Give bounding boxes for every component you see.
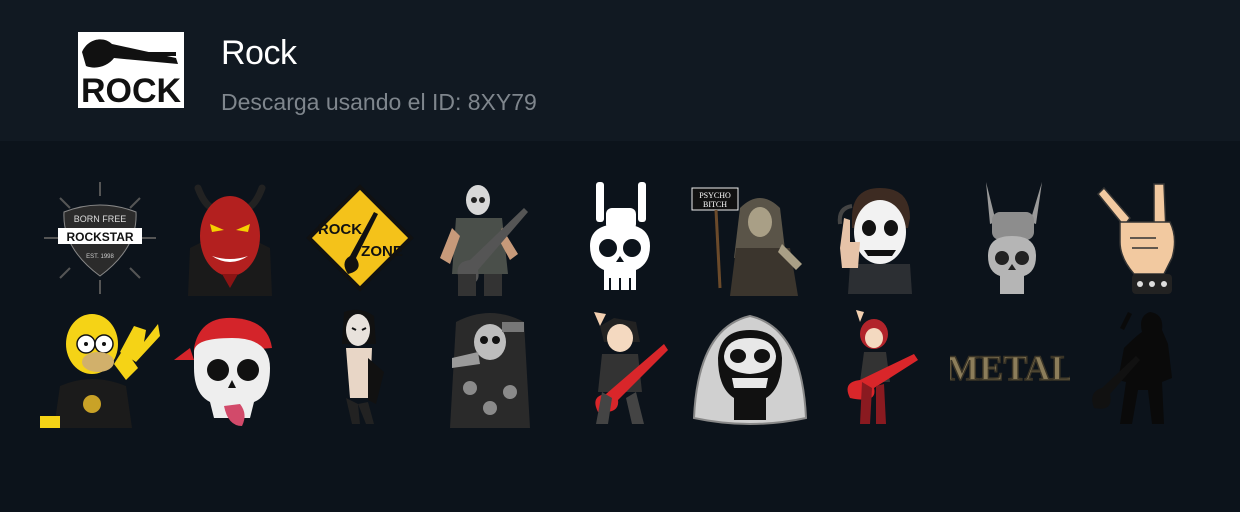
sticker-skull-horns-hand[interactable] bbox=[950, 178, 1070, 298]
sticker-goth-singer[interactable] bbox=[300, 308, 420, 428]
svg-text:ROCKSTAR: ROCKSTAR bbox=[66, 230, 133, 244]
svg-text:PSYCHO: PSYCHO bbox=[699, 191, 731, 200]
sticker-rockstar-pick[interactable]: BORN FREE ROCKSTAR EST. 1998 bbox=[40, 178, 160, 298]
svg-text:ZONE: ZONE bbox=[361, 243, 403, 260]
sticker-guitarist-silhouette[interactable] bbox=[1080, 308, 1200, 428]
sticker-rock-hand[interactable] bbox=[1080, 178, 1200, 298]
sticker-skull-red-bandana[interactable] bbox=[170, 308, 290, 428]
sticker-skeleton-horns-skull[interactable] bbox=[560, 178, 680, 298]
sticker-psycho-bitch-zombie[interactable]: PSYCHO BITCH bbox=[690, 178, 810, 298]
pack-logo: ROCK bbox=[78, 32, 184, 110]
sticker-hooded-skull[interactable] bbox=[690, 308, 810, 428]
pack-title: Rock bbox=[221, 34, 297, 72]
svg-text:BORN FREE: BORN FREE bbox=[74, 214, 127, 224]
sticker-grim-reaper-gunslinger[interactable] bbox=[430, 308, 550, 428]
sticker-anime-guitarist[interactable] bbox=[560, 308, 680, 428]
sticker-metal-guitarist[interactable] bbox=[430, 178, 550, 298]
svg-text:METAL: METAL bbox=[950, 348, 1070, 388]
sticker-homer-rock[interactable] bbox=[40, 308, 160, 428]
pack-header: ROCK Rock Descarga usando el ID: 8XY79 bbox=[0, 0, 1240, 141]
sticker-grid: BORN FREE ROCKSTAR EST. 1998 ROCK ZONE P… bbox=[40, 178, 1200, 433]
sticker-metal-lettering[interactable]: METAL bbox=[950, 308, 1070, 428]
svg-text:ROCK: ROCK bbox=[318, 221, 362, 238]
svg-text:BITCH: BITCH bbox=[703, 200, 727, 209]
sticker-rock-zone-sign[interactable]: ROCK ZONE bbox=[300, 178, 420, 298]
pack-download-id: Descarga usando el ID: 8XY79 bbox=[221, 89, 537, 115]
svg-text:ROCK: ROCK bbox=[81, 72, 182, 108]
svg-text:EST. 1998: EST. 1998 bbox=[86, 254, 114, 260]
sticker-anime-girl-guitar[interactable] bbox=[820, 308, 940, 428]
sticker-red-devil[interactable] bbox=[170, 178, 290, 298]
sticker-face-paint-kid[interactable] bbox=[820, 178, 940, 298]
